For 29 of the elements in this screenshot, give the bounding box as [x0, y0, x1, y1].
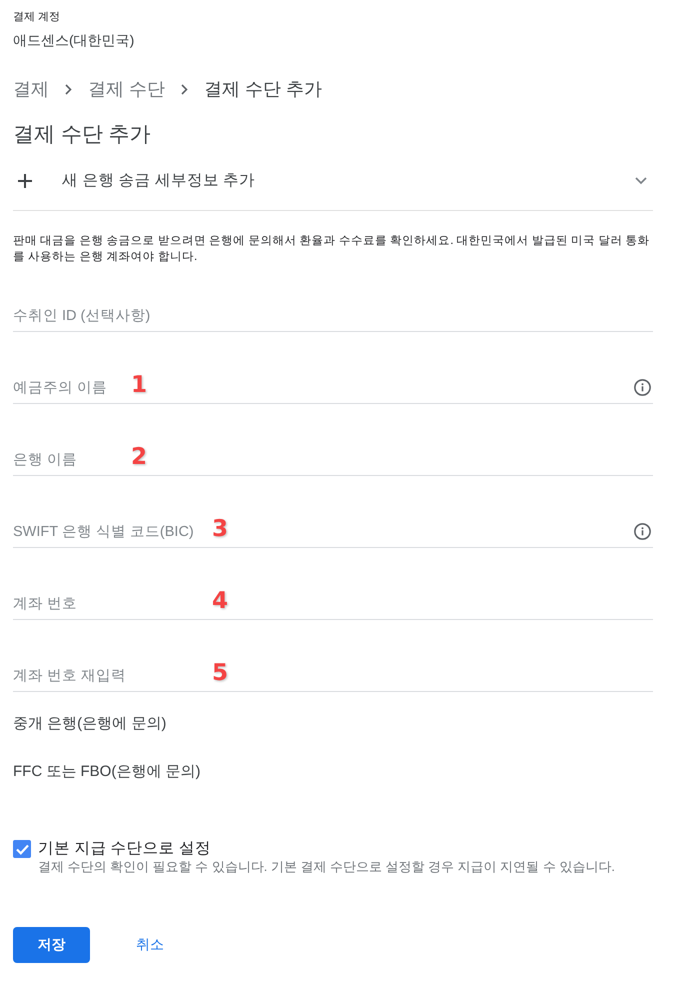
section-link[interactable]: 중개 은행(은행에 문의) [13, 712, 166, 736]
save-button[interactable]: 저장 [13, 927, 90, 963]
account-label: 결제 계정 [13, 10, 62, 25]
section-link[interactable]: FFC 또는 FBO(은행에 문의) [13, 760, 200, 784]
breadcrumb-link[interactable]: 결제 수단 추가 [204, 76, 322, 102]
expander-row[interactable]: 새 은행 송금 세부정보 추가 [13, 151, 653, 211]
page-title: 결제 수단 추가 [13, 122, 152, 148]
account-name: 애드센스(대한민국) [13, 31, 136, 50]
annotation-number: 3 [212, 516, 228, 542]
checkbox-hint: 결제 수단의 확인이 필요할 수 있습니다. 기본 결제 수단으로 설정할 경우 지급이 지연될 수 있습니다. [38, 859, 615, 875]
annotation-number: 5 [212, 660, 228, 686]
annotation-number: 4 [212, 588, 228, 614]
chevron-down-icon[interactable] [635, 176, 647, 184]
chevron-right-icon [65, 84, 72, 94]
annotation-number: 2 [131, 444, 148, 470]
info-icon[interactable] [634, 379, 651, 396]
cancel-button[interactable]: 취소 [120, 927, 180, 963]
annotation-number: 1 [131, 372, 148, 398]
info-icon[interactable] [634, 523, 651, 540]
plus-icon [18, 174, 32, 188]
input-field[interactable]: 수취인 ID (선택사항) [13, 284, 653, 332]
checkbox-label: 기본 지급 수단으로 설정 [38, 839, 212, 859]
checkbox[interactable] [13, 840, 31, 858]
check-icon [16, 844, 28, 854]
breadcrumb-link[interactable]: 결제 수단 [88, 76, 166, 102]
expander-label: 새 은행 송금 세부정보 추가 [62, 171, 256, 191]
chevron-right-icon [181, 84, 188, 94]
notice-text: 판매 대금을 은행 송금으로 받으려면 은행에 문의해서 환율과 수수료를 확인하세요. 대한민국에서 발급된 미국 달러 통화를 사용하는 은행 계좌여야 합니다. [13, 233, 651, 265]
breadcrumb-link[interactable]: 결제 [13, 76, 49, 102]
